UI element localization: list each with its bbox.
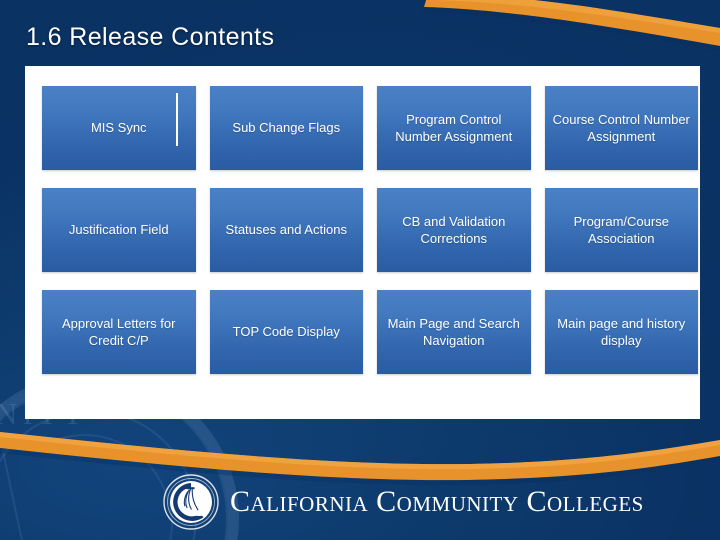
tile-label: Program/Course Association	[573, 213, 669, 246]
tile-label: Course Control Number Assignment	[552, 111, 690, 144]
tile-divider-line	[175, 93, 178, 146]
tile-justification-field[interactable]: Justification Field	[42, 188, 196, 272]
ccc-seal-icon	[163, 474, 219, 530]
tile-program-course-association[interactable]: Program/Course Association	[544, 188, 698, 272]
tile-mis-sync[interactable]: MIS Sync	[42, 86, 196, 170]
tile-program-control-number-assignment[interactable]: Program Control Number Assignment	[377, 86, 531, 170]
tile-statuses-and-actions[interactable]: Statuses and Actions	[209, 188, 363, 272]
tile-grid: MIS Sync Sub Change Flags Program Contro…	[42, 86, 698, 374]
page-title: 1.6 Release Contents	[26, 23, 275, 51]
tile-label: Statuses and Actions	[225, 222, 347, 238]
tile-sub-change-flags[interactable]: Sub Change Flags	[209, 86, 363, 170]
presentation-slide: NITY 1.6 Release Contents MIS Sync Sub C…	[0, 0, 720, 540]
tile-approval-letters-for-credit[interactable]: Approval Letters for Credit C/P	[42, 290, 196, 374]
content-panel: MIS Sync Sub Change Flags Program Contro…	[25, 66, 700, 419]
footer-logo: California Community Colleges	[163, 474, 644, 530]
footer-logo-text: California Community Colleges	[230, 485, 644, 518]
tile-label: Justification Field	[68, 222, 169, 238]
tile-label: Main Page and Search Navigation	[387, 315, 520, 348]
tile-main-page-and-history-display[interactable]: Main page and history display	[544, 290, 698, 374]
tile-label: TOP Code Display	[232, 324, 340, 340]
tile-label: Sub Change Flags	[232, 120, 341, 136]
tile-course-control-number-assignment[interactable]: Course Control Number Assignment	[544, 86, 698, 170]
tile-cb-and-validation-corrections[interactable]: CB and Validation Corrections	[377, 188, 531, 272]
tile-label: Approval Letters for Credit C/P	[62, 315, 176, 348]
tile-label: Main page and history display	[557, 315, 686, 348]
tile-label: MIS Sync	[90, 120, 147, 136]
tile-main-page-and-search-navigation[interactable]: Main Page and Search Navigation	[377, 290, 531, 374]
tile-label: CB and Validation Corrections	[402, 213, 506, 246]
tile-label: Program Control Number Assignment	[395, 111, 513, 144]
tile-top-code-display[interactable]: TOP Code Display	[209, 290, 363, 374]
